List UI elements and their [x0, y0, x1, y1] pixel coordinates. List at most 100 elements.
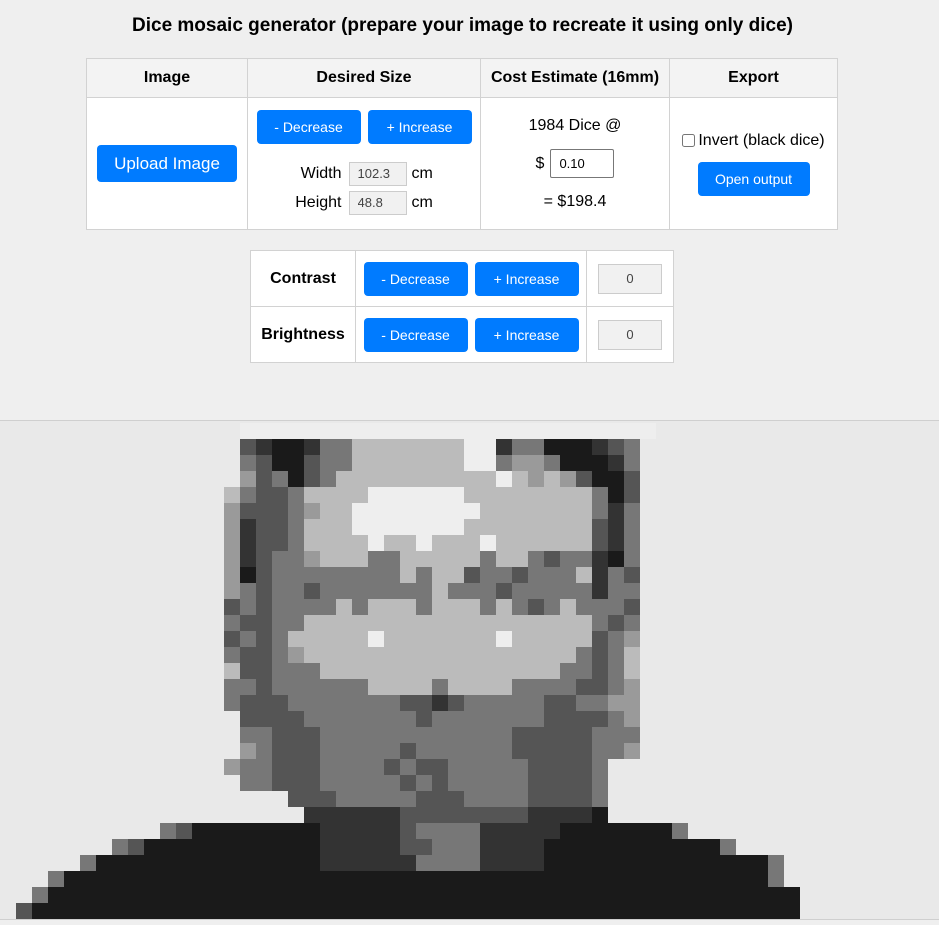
mosaic-die	[480, 743, 496, 759]
brightness-value-cell	[586, 306, 674, 363]
mosaic-die	[704, 887, 720, 903]
mosaic-die	[688, 903, 704, 919]
mosaic-die	[352, 615, 368, 631]
mosaic-die	[400, 743, 416, 759]
mosaic-die	[272, 775, 288, 791]
mosaic-die	[128, 903, 144, 919]
mosaic-die	[496, 551, 512, 567]
mosaic-die	[496, 839, 512, 855]
invert-checkbox[interactable]	[682, 134, 696, 147]
mosaic-die	[448, 583, 464, 599]
mosaic-die	[336, 727, 352, 743]
mosaic-die	[224, 663, 240, 679]
mosaic-die	[608, 599, 624, 615]
dice-mosaic-preview	[0, 420, 939, 920]
mosaic-die	[416, 903, 432, 919]
mosaic-die	[272, 583, 288, 599]
mosaic-die	[624, 535, 640, 551]
size-decrease-button[interactable]: - Decrease	[256, 110, 361, 144]
mosaic-die	[256, 887, 272, 903]
mosaic-die	[656, 839, 672, 855]
mosaic-die	[288, 631, 304, 647]
mosaic-die	[416, 711, 432, 727]
mosaic-die	[624, 887, 640, 903]
size-button-row: - Decrease + Increase	[248, 110, 480, 144]
mosaic-die	[512, 807, 528, 823]
mosaic-die	[464, 519, 480, 535]
mosaic-die	[304, 567, 320, 583]
mosaic-die	[336, 615, 352, 631]
mosaic-die	[592, 903, 608, 919]
contrast-decrease-button[interactable]: - Decrease	[363, 261, 468, 296]
price-per-die-input[interactable]	[550, 149, 615, 178]
mosaic-die	[256, 455, 272, 471]
mosaic-die	[256, 503, 272, 519]
mosaic-die	[288, 519, 304, 535]
mosaic-die	[240, 679, 256, 695]
mosaic-die	[592, 823, 608, 839]
mosaic-die	[304, 775, 320, 791]
mosaic-die	[528, 551, 544, 567]
mosaic-die	[544, 423, 560, 439]
mosaic-die	[336, 439, 352, 455]
mosaic-die	[240, 487, 256, 503]
mosaic-die	[128, 839, 144, 855]
contrast-label: Contrast	[250, 250, 356, 307]
mosaic-die	[368, 519, 384, 535]
mosaic-die	[288, 759, 304, 775]
mosaic-die	[448, 679, 464, 695]
mosaic-die	[592, 839, 608, 855]
mosaic-die	[416, 727, 432, 743]
mosaic-die	[272, 759, 288, 775]
mosaic-die	[32, 903, 48, 919]
mosaic-die	[368, 743, 384, 759]
open-output-button[interactable]: Open output	[697, 161, 810, 196]
invert-option[interactable]: Invert (black dice)	[670, 132, 837, 150]
mosaic-die	[560, 631, 576, 647]
brightness-value-field[interactable]	[598, 319, 662, 350]
width-field[interactable]	[348, 161, 407, 186]
upload-image-button[interactable]: Upload Image	[97, 145, 237, 182]
mosaic-die	[592, 679, 608, 695]
mosaic-die	[400, 823, 416, 839]
brightness-increase-button[interactable]: + Increase	[474, 317, 579, 352]
mosaic-die	[528, 679, 544, 695]
mosaic-die	[432, 647, 448, 663]
mosaic-die	[576, 823, 592, 839]
mosaic-die	[576, 583, 592, 599]
mosaic-die	[208, 903, 224, 919]
header-desired-size: Desired Size	[247, 58, 481, 98]
mosaic-die	[320, 695, 336, 711]
mosaic-die	[384, 679, 400, 695]
mosaic-die	[224, 519, 240, 535]
mosaic-die	[288, 647, 304, 663]
contrast-value-field[interactable]	[598, 263, 662, 294]
mosaic-die	[320, 727, 336, 743]
mosaic-die	[416, 439, 432, 455]
header-image: Image	[86, 58, 248, 98]
mosaic-die	[640, 855, 656, 871]
mosaic-die	[400, 695, 416, 711]
mosaic-die	[432, 887, 448, 903]
mosaic-die	[496, 439, 512, 455]
mosaic-die	[512, 583, 528, 599]
size-increase-button[interactable]: + Increase	[367, 110, 472, 144]
mosaic-die	[320, 615, 336, 631]
mosaic-die	[560, 807, 576, 823]
mosaic-die	[416, 807, 432, 823]
contrast-increase-button[interactable]: + Increase	[474, 261, 579, 296]
mosaic-die	[80, 887, 96, 903]
mosaic-die	[336, 695, 352, 711]
mosaic-die	[416, 567, 432, 583]
brightness-decrease-button[interactable]: - Decrease	[363, 317, 468, 352]
height-field[interactable]	[348, 190, 407, 215]
mosaic-die	[544, 711, 560, 727]
mosaic-die	[624, 871, 640, 887]
mosaic-die	[272, 695, 288, 711]
mosaic-die	[752, 871, 768, 887]
mosaic-die	[560, 455, 576, 471]
mosaic-die	[688, 887, 704, 903]
mosaic-die	[400, 535, 416, 551]
mosaic-die	[320, 711, 336, 727]
mosaic-die	[176, 839, 192, 855]
